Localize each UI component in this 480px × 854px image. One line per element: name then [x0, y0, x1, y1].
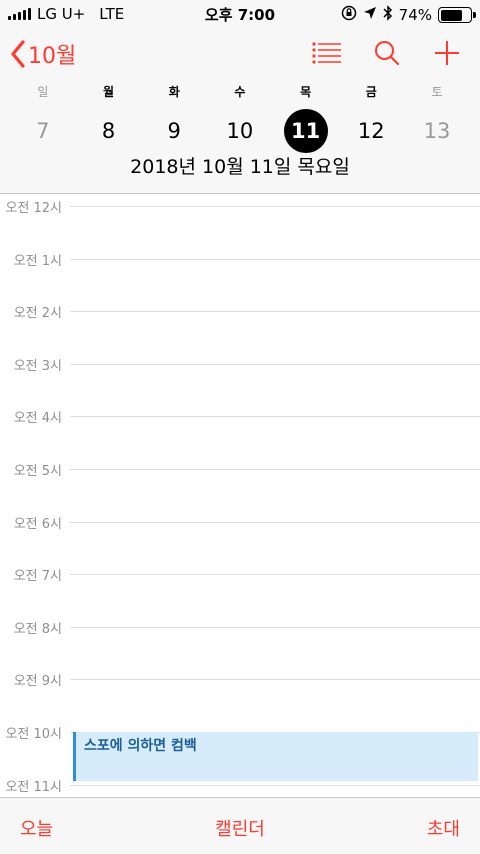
day-column-thu[interactable]: 목 11 [273, 83, 339, 153]
hour-gridline [70, 521, 480, 523]
hour-gridline [70, 574, 480, 576]
hour-gridline [70, 206, 480, 207]
status-right: 74% [341, 5, 476, 25]
weekday-label: 목 [300, 85, 312, 99]
hour-label: 오전 10시 [5, 727, 62, 742]
orientation-lock-icon [341, 5, 357, 25]
plus-icon [435, 41, 459, 65]
day-column-sat[interactable]: 토 13 [404, 83, 470, 153]
hour-label: 오전 4시 [13, 411, 62, 427]
battery-tip [473, 12, 476, 18]
hour-label: 오전 7시 [13, 569, 62, 585]
search-button[interactable] [372, 38, 402, 68]
weekday-label: 월 [103, 85, 115, 99]
selected-date-title: 2018년 10월 11일 목요일 [130, 156, 350, 178]
event-block[interactable]: 스포에 의하면 컴백 [73, 732, 478, 781]
status-bar: LG U+ LTE 오후 7:00 74% [0, 0, 480, 28]
day-number[interactable]: 8 [87, 109, 131, 153]
battery-fill [440, 9, 462, 21]
weekday-label: 토 [431, 85, 443, 99]
day-number[interactable]: 13 [415, 109, 459, 153]
day-number[interactable]: 10 [218, 109, 262, 153]
calendar-header: 10월 일 7 월 8 화 9 수 10 목 11 금 12 토 13 2018… [0, 28, 480, 194]
hour-gridline [70, 784, 480, 786]
day-column-mon[interactable]: 월 8 [76, 83, 142, 153]
weekday-label: 일 [37, 85, 49, 99]
location-icon [363, 6, 377, 24]
day-timeline[interactable]: 오전 12시오전 1시오전 2시오전 3시오전 4시오전 5시오전 6시오전 7… [0, 195, 480, 797]
list-icon [312, 42, 341, 64]
calendars-button[interactable]: 캘린더 [0, 815, 480, 841]
day-number[interactable]: 9 [152, 109, 196, 153]
battery-percent: 74% [398, 6, 432, 24]
hour-label: 오전 12시 [5, 201, 62, 216]
hour-label: 오전 1시 [13, 253, 62, 269]
day-column-tue[interactable]: 화 9 [141, 83, 207, 153]
event-title: 스포에 의하면 컴백 [84, 738, 197, 754]
hour-gridline [70, 258, 480, 260]
hour-gridline [70, 311, 480, 313]
bluetooth-icon [383, 5, 393, 25]
back-button[interactable]: 10월 [10, 38, 76, 70]
hour-label: 오전 6시 [13, 516, 62, 532]
chevron-left-icon [11, 40, 25, 68]
list-view-button[interactable] [312, 38, 342, 68]
hour-gridline [70, 416, 480, 418]
bottom-toolbar: 오늘 캘린더 초대 [0, 797, 480, 854]
weekday-label: 수 [234, 85, 246, 99]
battery-icon [438, 7, 476, 23]
hour-label: 오전 2시 [13, 306, 62, 322]
inbox-button[interactable]: 초대 [427, 815, 460, 841]
hour-gridline [70, 469, 480, 470]
day-column-wed[interactable]: 수 10 [207, 83, 273, 153]
day-number[interactable]: 7 [21, 109, 65, 153]
day-number[interactable]: 12 [349, 109, 393, 153]
back-label: 10월 [28, 44, 77, 69]
hour-gridline [70, 626, 480, 628]
weekday-label: 화 [168, 85, 180, 99]
week-strip: 일 7 월 8 화 9 수 10 목 11 금 12 토 13 [10, 83, 470, 153]
hour-label: 오전 8시 [13, 621, 62, 637]
hour-label: 오전 5시 [13, 464, 62, 479]
day-column-sun[interactable]: 일 7 [10, 83, 76, 153]
hour-label: 오전 9시 [13, 674, 62, 690]
day-column-fri[interactable]: 금 12 [338, 83, 404, 153]
hour-label: 오전 3시 [13, 358, 62, 374]
header-actions [312, 38, 462, 68]
add-event-button[interactable] [432, 38, 462, 68]
weekday-label: 금 [365, 85, 377, 99]
search-icon [375, 41, 400, 66]
hour-label: 오전 11시 [5, 779, 62, 795]
hour-gridline [70, 363, 480, 365]
hour-gridline [70, 679, 480, 681]
selected-day-number[interactable]: 11 [283, 109, 328, 153]
